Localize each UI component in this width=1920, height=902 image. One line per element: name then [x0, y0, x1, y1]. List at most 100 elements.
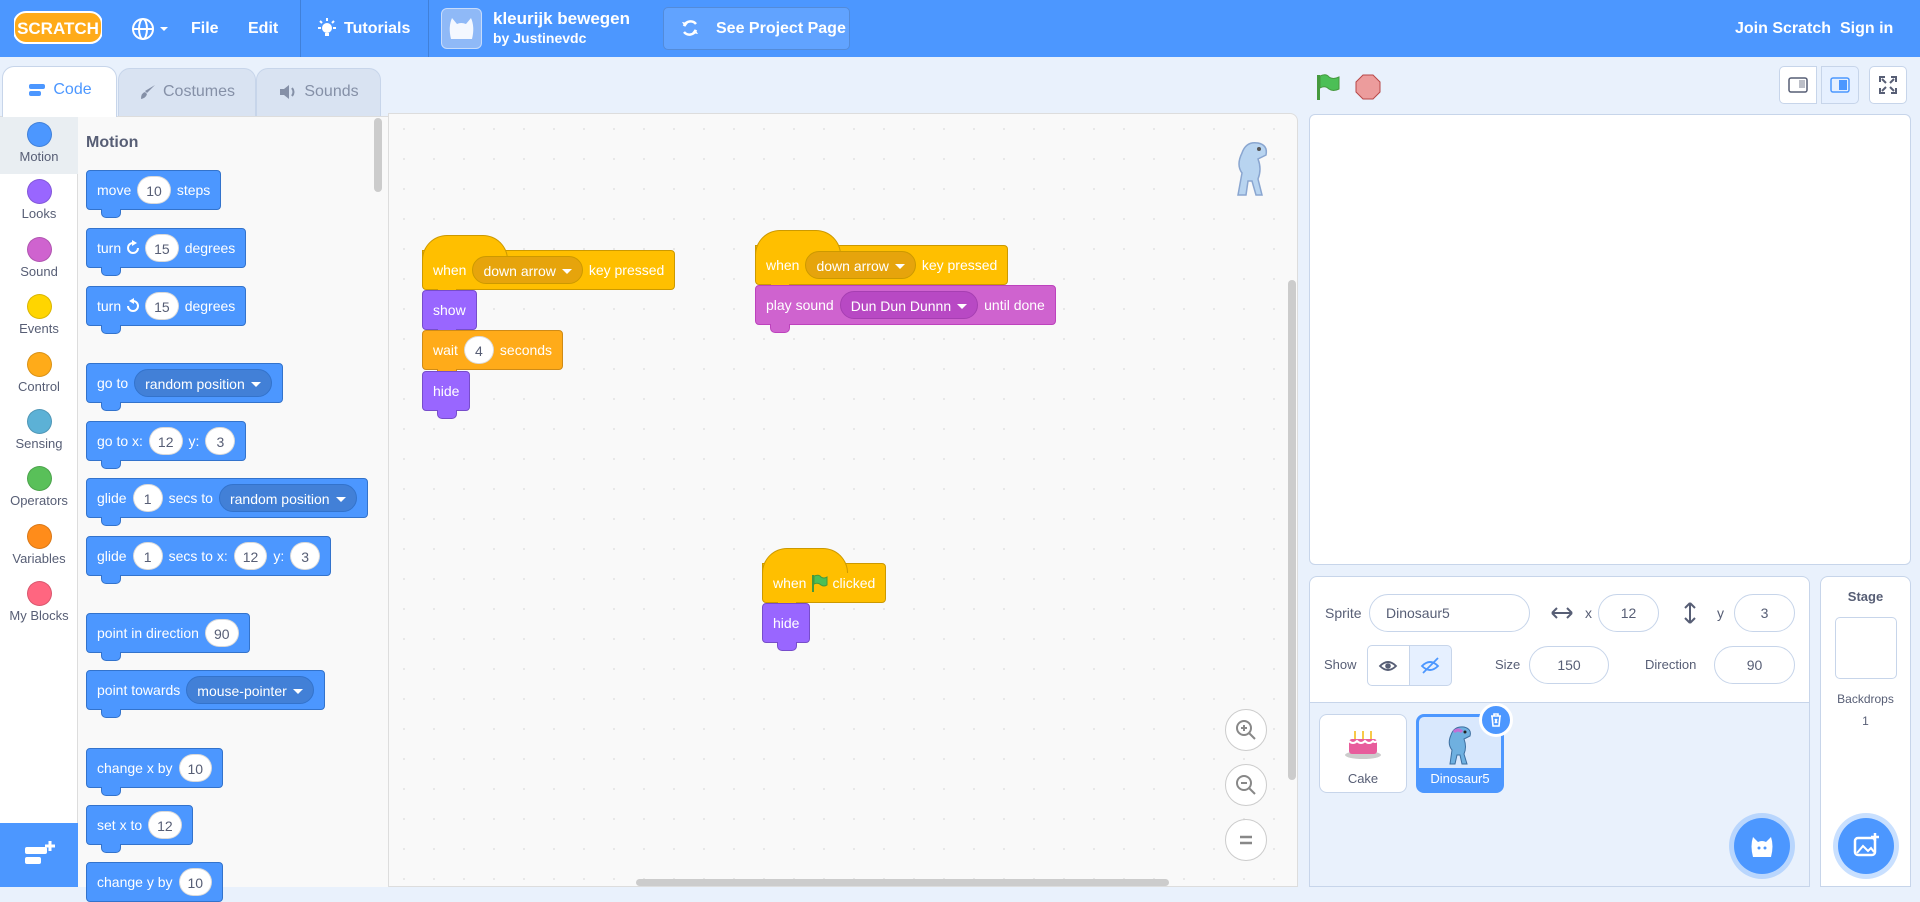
category-label: Sensing: [15, 436, 63, 451]
add-extension-button[interactable]: [0, 823, 78, 887]
tutorials-button[interactable]: Tutorials: [316, 0, 410, 57]
block-play-sound-until-done[interactable]: play sound Dun Dun Dunnn until done: [755, 285, 1056, 333]
block-input[interactable]: 10: [137, 176, 171, 204]
category-looks[interactable]: Looks: [0, 174, 78, 231]
zoom-out-button[interactable]: [1225, 764, 1267, 806]
delete-sprite-button[interactable]: [1479, 703, 1513, 737]
sprite-name-field[interactable]: Dinosaur5: [1369, 594, 1530, 632]
show-hidden-button[interactable]: [1409, 645, 1452, 686]
direction-field[interactable]: 90: [1714, 646, 1795, 684]
category-sound[interactable]: Sound: [0, 232, 78, 289]
key-dropdown[interactable]: down arrow: [805, 251, 916, 279]
block-input[interactable]: 12: [148, 811, 182, 839]
tab-sounds[interactable]: Sounds: [256, 68, 381, 116]
language-menu[interactable]: [130, 15, 170, 43]
block-input[interactable]: 3: [290, 542, 321, 570]
block-glide-to-xy[interactable]: glide 1 secs to x: 12 y: 3: [86, 536, 332, 584]
block-move-steps[interactable]: move 10 steps: [86, 170, 222, 218]
block-point-in-direction[interactable]: point in direction 90: [86, 613, 250, 661]
sound-dropdown[interactable]: Dun Dun Dunnn: [839, 291, 979, 319]
block-input[interactable]: 90: [204, 619, 239, 647]
when-key-pressed-hat[interactable]: when down arrow key pressed: [755, 230, 1009, 293]
key-dropdown[interactable]: down arrow: [472, 256, 583, 284]
when-flag-clicked-hat[interactable]: when clicked: [762, 548, 887, 611]
block-dropdown[interactable]: random position: [218, 484, 357, 512]
stage-canvas[interactable]: [1309, 114, 1911, 565]
y-field[interactable]: 3: [1734, 594, 1795, 632]
join-scratch-link[interactable]: Join Scratch: [1735, 0, 1831, 57]
see-project-page-button[interactable]: See Project Page: [663, 7, 850, 50]
x-field[interactable]: 12: [1598, 594, 1659, 632]
palette-scrollbar[interactable]: [374, 118, 382, 192]
workspace-vertical-scrollbar[interactable]: [1288, 280, 1296, 780]
block-glide-to[interactable]: glide 1 secs to random position: [86, 478, 368, 526]
workspace-horizontal-scrollbar[interactable]: [636, 879, 1169, 886]
block-go-to[interactable]: go to random position: [86, 363, 283, 411]
category-control[interactable]: Control: [0, 347, 78, 404]
tab-costumes[interactable]: Costumes: [118, 68, 256, 116]
size-field[interactable]: 150: [1529, 646, 1609, 684]
backdrops-label: Backdrops: [1837, 692, 1894, 706]
category-my-blocks[interactable]: My Blocks: [0, 576, 78, 633]
when-key-pressed-hat[interactable]: when down arrow key pressed: [422, 235, 676, 298]
block-input[interactable]: 4: [463, 336, 494, 364]
choose-sprite-button[interactable]: [1734, 818, 1790, 874]
show-visible-button[interactable]: [1367, 645, 1410, 686]
dinosaur-icon: [1448, 726, 1471, 765]
zoom-in-button[interactable]: [1225, 709, 1267, 751]
category-sensing[interactable]: Sensing: [0, 404, 78, 461]
menu-bar: SCRATCH File Edit Tutorials kleurijk bew…: [0, 0, 1920, 57]
sprite-tile-cake[interactable]: Cake: [1319, 714, 1407, 793]
block-input[interactable]: 12: [233, 542, 268, 570]
category-operators[interactable]: Operators: [0, 461, 78, 518]
block-input[interactable]: 10: [178, 868, 213, 896]
edit-menu[interactable]: Edit: [248, 0, 278, 57]
green-flag-button[interactable]: [1313, 72, 1343, 102]
block-text: key pressed: [921, 257, 998, 273]
zoom-reset-button[interactable]: [1225, 819, 1267, 861]
block-input[interactable]: 15: [145, 234, 179, 262]
category-variables[interactable]: Variables: [0, 519, 78, 576]
block-text: glide: [97, 490, 127, 506]
small-stage-button[interactable]: [1779, 66, 1817, 104]
fullscreen-button[interactable]: [1869, 66, 1907, 104]
stage-thumbnail[interactable]: [1834, 617, 1897, 679]
block-input[interactable]: 15: [145, 292, 179, 320]
block-hide[interactable]: hide: [762, 603, 811, 651]
block-dropdown[interactable]: mouse-pointer: [186, 676, 314, 704]
tab-code[interactable]: Code: [2, 66, 117, 117]
scratch-logo[interactable]: SCRATCH: [14, 10, 102, 45]
file-menu[interactable]: File: [191, 0, 219, 57]
block-input[interactable]: 1: [132, 542, 163, 570]
variables-dot-icon: [26, 524, 52, 549]
block-show[interactable]: show: [422, 290, 477, 338]
project-thumbnail[interactable]: [441, 8, 482, 49]
category-motion[interactable]: Motion: [0, 117, 78, 174]
block-wait[interactable]: wait 4 seconds: [422, 330, 564, 378]
block-dropdown[interactable]: random position: [134, 369, 272, 397]
image-add-icon: [1853, 833, 1879, 857]
block-hide[interactable]: hide: [422, 371, 471, 419]
block-turn-left[interactable]: turn 15 degrees: [86, 286, 247, 334]
operators-dot-icon: [26, 466, 52, 491]
block-turn-right[interactable]: turn 15 degrees: [86, 228, 247, 276]
block-input[interactable]: 1: [132, 484, 163, 512]
block-set-x[interactable]: set x to 12: [86, 805, 193, 853]
sign-in-link[interactable]: Sign in: [1840, 0, 1893, 57]
block-input[interactable]: 3: [205, 427, 236, 455]
block-input[interactable]: 10: [178, 754, 213, 782]
project-author[interactable]: by Justinevdc: [493, 30, 586, 46]
tab-sounds-label: Sounds: [304, 83, 359, 100]
block-change-x[interactable]: change x by 10: [86, 748, 224, 796]
block-go-to-xy[interactable]: go to x: 12 y: 3: [86, 421, 247, 469]
block-point-towards[interactable]: point towards mouse-pointer: [86, 670, 325, 718]
block-input[interactable]: 12: [148, 427, 183, 455]
script-workspace[interactable]: [388, 113, 1298, 887]
my-blocks-dot-icon: [26, 581, 52, 606]
block-text: show: [433, 302, 466, 318]
normal-stage-button[interactable]: [1821, 66, 1859, 104]
block-change-y[interactable]: change y by 10: [86, 862, 224, 902]
stop-button[interactable]: [1355, 74, 1381, 100]
category-events[interactable]: Events: [0, 289, 78, 346]
choose-backdrop-button[interactable]: [1838, 818, 1894, 874]
